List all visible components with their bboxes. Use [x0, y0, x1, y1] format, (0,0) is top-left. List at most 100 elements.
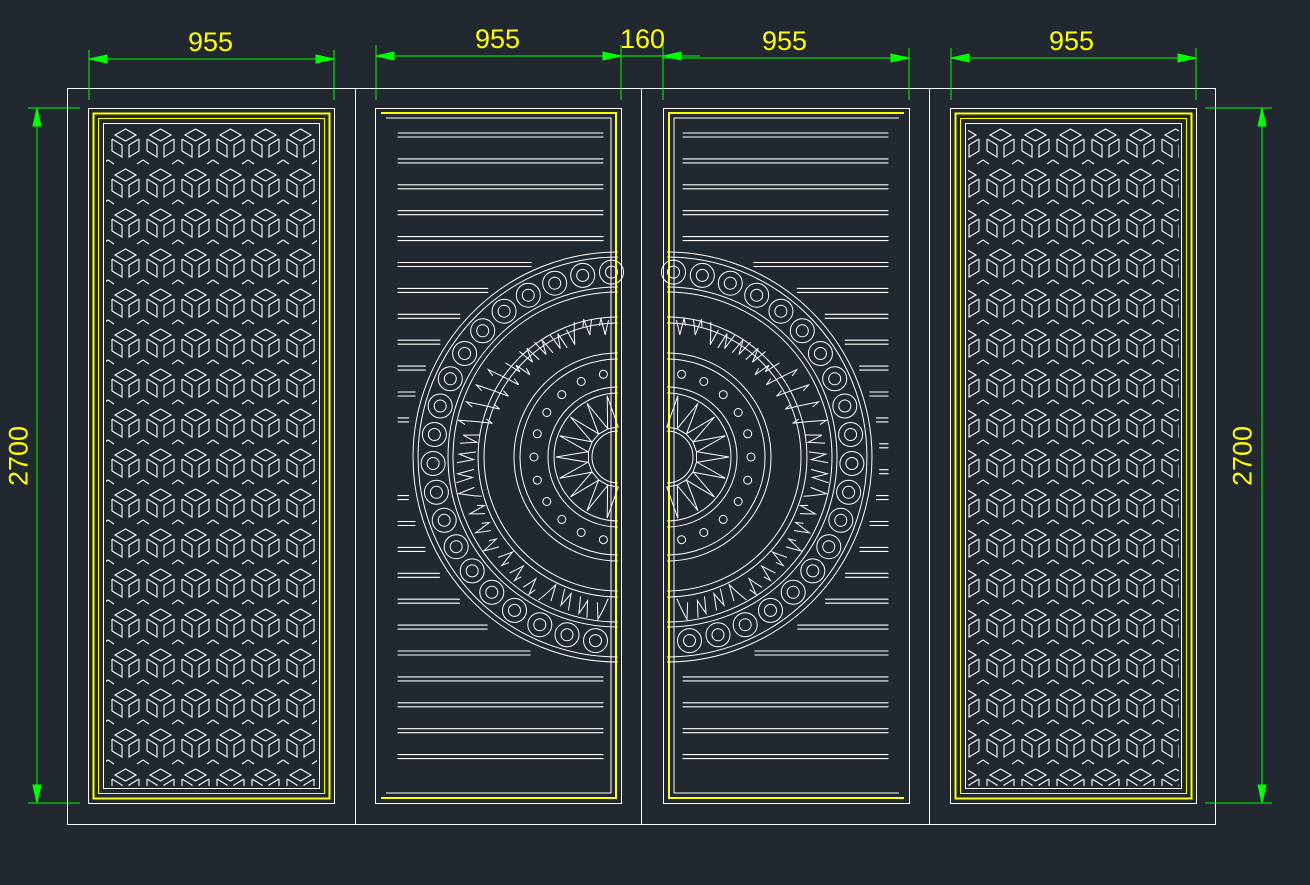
- figure-ornament: [810, 468, 830, 484]
- coin-inner: [695, 268, 709, 282]
- medallion-ring: [483, 322, 619, 592]
- coin-ornament: [452, 341, 478, 366]
- coin-inner: [443, 372, 457, 386]
- figure-ornament: [676, 598, 689, 622]
- figure-ornament: [785, 538, 803, 552]
- coin-inner: [427, 428, 441, 441]
- coin-ornament: [542, 270, 568, 296]
- figure-ornament: [792, 418, 829, 426]
- coin-inner: [822, 540, 836, 554]
- coin-ornament: [491, 298, 517, 324]
- dot-ornament: [699, 377, 709, 386]
- coin-inner: [828, 372, 842, 386]
- coin-ornament: [732, 612, 758, 638]
- coin-ornament: [479, 579, 505, 605]
- dot-ornament: [557, 390, 567, 400]
- dot-ornament: [542, 408, 552, 417]
- coin-ornament: [789, 318, 815, 344]
- coin-inner: [560, 628, 574, 642]
- coin-inner: [476, 324, 490, 338]
- dot-ornament: [743, 429, 753, 439]
- figure-ornament: [747, 577, 763, 596]
- coin-inner: [426, 457, 440, 470]
- panel-center-right: [661, 108, 910, 804]
- coin-inner: [764, 603, 777, 617]
- coin-inner: [589, 634, 602, 648]
- sun-ray: [586, 402, 609, 435]
- medallion-ring: [591, 430, 619, 484]
- sun-ray: [586, 479, 609, 512]
- figure-ornament: [808, 451, 829, 464]
- figure-ornament: [760, 564, 776, 582]
- sun-ray: [692, 461, 726, 479]
- figure-ornament: [696, 596, 707, 618]
- coin-ornament: [689, 262, 715, 288]
- dot-ornament: [532, 475, 542, 485]
- coin-inner: [813, 347, 827, 360]
- coin-ornament: [470, 318, 496, 344]
- figure-ornament: [549, 333, 568, 349]
- coin-ornament: [744, 282, 770, 308]
- coin-ornament: [527, 612, 553, 638]
- coin-inner: [548, 276, 562, 290]
- figure-ornament: [467, 504, 487, 515]
- coin-inner: [711, 628, 725, 642]
- dot-ornament: [529, 452, 539, 462]
- figure-ornament: [675, 318, 687, 336]
- dot-ornament: [699, 528, 709, 537]
- coin-ornament: [780, 579, 806, 605]
- coin-ornament: [828, 507, 854, 533]
- dot-ornament: [542, 497, 552, 506]
- medallion-ring: [666, 430, 694, 484]
- coin-inner: [738, 618, 752, 632]
- coin-inner: [774, 304, 788, 318]
- coin-inner: [497, 304, 511, 318]
- sun-ray: [555, 451, 589, 463]
- dot-ornament: [733, 408, 743, 417]
- coin-ornament: [807, 341, 833, 366]
- panel-right: [950, 108, 1197, 804]
- coin-ornament: [705, 622, 731, 648]
- coin-ornament: [443, 534, 469, 560]
- coin-ornament: [832, 393, 858, 419]
- figure-ornament: [509, 564, 525, 582]
- figure-ornament: [455, 468, 475, 484]
- coin-ornament: [677, 628, 702, 654]
- coin-ornament: [836, 479, 862, 505]
- coin-ornament: [822, 366, 848, 392]
- coin-ornament: [459, 558, 485, 584]
- coin-inner: [533, 618, 547, 632]
- coin-inner: [750, 288, 764, 302]
- coin-ornament: [758, 597, 783, 623]
- coin-ornament: [554, 622, 580, 648]
- coin-inner: [844, 428, 858, 441]
- panel-center-left: [375, 108, 624, 804]
- sun-ray: [676, 402, 699, 435]
- dot-ornament: [746, 452, 756, 462]
- coin-ornament: [717, 270, 743, 296]
- coin-inner: [806, 564, 820, 578]
- coin-inner: [458, 347, 472, 360]
- coin-inner: [795, 324, 809, 338]
- sun-ray: [559, 461, 593, 479]
- coin-ornament: [816, 534, 842, 560]
- coin-ornament: [431, 507, 457, 533]
- figure-ornament: [560, 588, 572, 611]
- figure-ornament: [538, 583, 557, 602]
- dot-ornament: [598, 535, 608, 545]
- figure-ornament: [728, 583, 747, 602]
- coin-inner: [723, 276, 737, 290]
- coin-inner: [508, 603, 521, 617]
- figure-ornament: [497, 550, 515, 567]
- figure-ornament: [793, 521, 812, 534]
- coin-ornament: [427, 393, 453, 419]
- dimension-text-width-4: 955: [1049, 26, 1095, 56]
- coin-ornament: [421, 422, 447, 447]
- dimension-text-height-right: 2700: [1227, 425, 1258, 487]
- cad-drawing: [28, 45, 1272, 825]
- coin-inner: [437, 513, 451, 527]
- sun-ray: [696, 451, 730, 463]
- coin-inner: [429, 485, 443, 499]
- sun-ray: [692, 435, 726, 453]
- coin-inner: [786, 585, 800, 599]
